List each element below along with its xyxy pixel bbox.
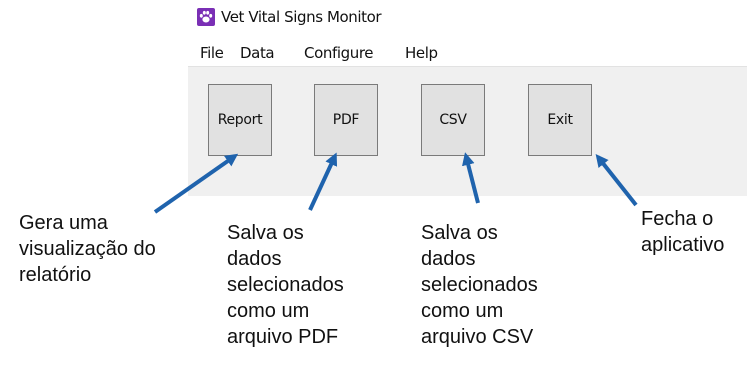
annotation-line: aplicativo [641, 234, 725, 256]
annotation-line: selecionados [227, 274, 344, 296]
pdf-arrow [308, 152, 338, 211]
annotation-line: visualização do [19, 238, 156, 260]
report-annotation: Gera uma visualização do relatório [19, 210, 156, 288]
annotation-line: Salva os [421, 222, 498, 244]
annotation-line: dados [421, 248, 476, 270]
annotation-line: Salva os [227, 222, 304, 244]
csv-annotation: Salva os dados selecionados como um arqu… [421, 220, 538, 350]
csv-arrow [462, 152, 480, 204]
annotation-line: Fecha o [641, 208, 714, 230]
annotation-line: arquivo CSV [421, 326, 534, 348]
annotation-line: dados [227, 248, 282, 270]
annotation-line: relatório [19, 264, 92, 286]
report-arrow [153, 153, 239, 214]
annotation-line: como um [421, 300, 504, 322]
annotation-arrows [153, 152, 638, 214]
exit-arrow [595, 153, 638, 207]
annotation-line: Gera uma [19, 212, 108, 234]
annotation-line: como um [227, 300, 310, 322]
annotation-line: arquivo PDF [227, 326, 339, 348]
exit-annotation: Fecha o aplicativo [641, 206, 724, 258]
pdf-annotation: Salva os dados selecionados como um arqu… [227, 220, 344, 350]
annotation-line: selecionados [421, 274, 538, 296]
